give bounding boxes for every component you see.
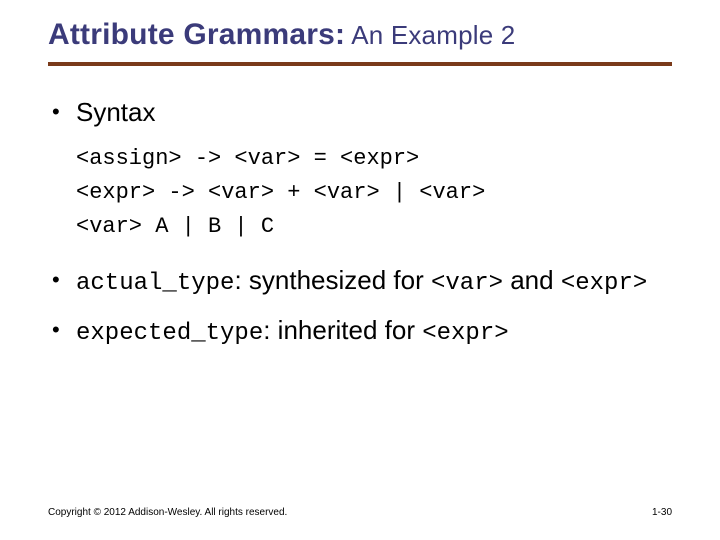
slide: Attribute Grammars: An Example 2 Syntax … <box>0 0 720 540</box>
title-main: Attribute Grammars: <box>48 18 345 51</box>
slide-title: Attribute Grammars: An Example 2 <box>48 18 672 52</box>
nonterminal-expr-2: <expr> <box>422 320 508 347</box>
nonterminal-var: <var> <box>431 270 503 297</box>
title-divider <box>48 62 672 66</box>
nonterminal-expr: <expr> <box>561 270 647 297</box>
title-sub: An Example 2 <box>345 20 515 50</box>
actual-type-text-a: : synthesized for <box>234 265 431 295</box>
bullet-expected-type: expected_type: inherited for <expr> <box>48 312 672 352</box>
bullet-list: Syntax <assign> -> <var> = <expr> <expr>… <box>48 94 672 352</box>
bullet-syntax-label: Syntax <box>76 97 156 127</box>
actual-type-text-b: and <box>503 265 561 295</box>
actual-type-code: actual_type <box>76 270 234 297</box>
expected-type-text-a: : inherited for <box>263 315 422 345</box>
slide-body: Syntax <assign> -> <var> = <expr> <expr>… <box>48 94 672 352</box>
bullet-actual-type: actual_type: synthesized for <var> and <… <box>48 262 672 302</box>
expected-type-code: expected_type <box>76 320 263 347</box>
grammar-code: <assign> -> <var> = <expr> <expr> -> <va… <box>76 142 672 244</box>
slide-footer: Copyright © 2012 Addison-Wesley. All rig… <box>48 507 672 518</box>
page-number: 1-30 <box>652 507 672 518</box>
copyright-text: Copyright © 2012 Addison-Wesley. All rig… <box>48 507 287 518</box>
bullet-syntax: Syntax <box>48 94 672 132</box>
